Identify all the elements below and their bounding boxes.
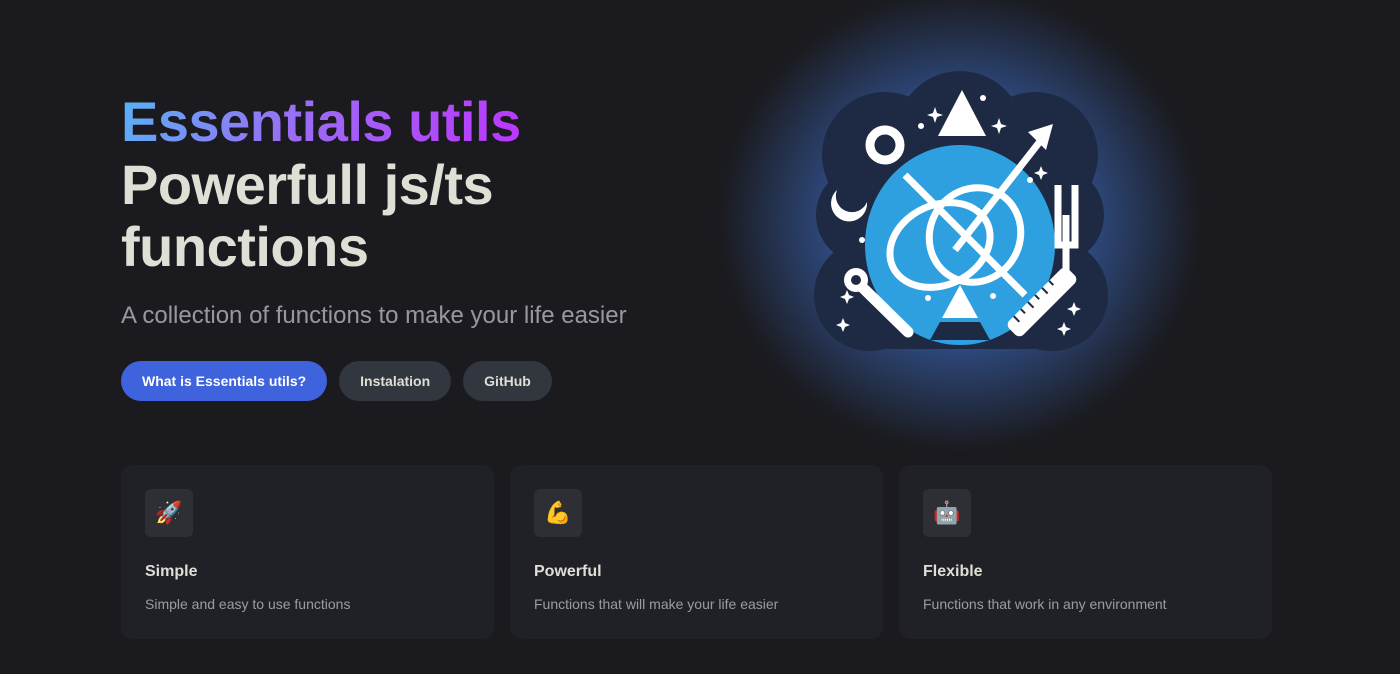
hero-image xyxy=(720,0,1200,450)
what-is-button[interactable]: What is Essentials utils? xyxy=(121,361,328,401)
utility-tools-logo-icon xyxy=(814,71,1108,351)
feature-title: Powerful xyxy=(534,563,602,580)
installation-button[interactable]: Instalation xyxy=(339,361,452,401)
feature-card-powerful: 💪 Powerful Functions that will make your… xyxy=(510,465,883,639)
hero-name: Essentials utils xyxy=(121,90,521,153)
github-button[interactable]: GitHub xyxy=(463,361,552,401)
hero-text: Essentials utils Powerfull js/ts functio… xyxy=(121,90,741,332)
feature-title: Flexible xyxy=(923,563,983,580)
feature-details: Simple and easy to use functions xyxy=(145,596,351,612)
rocket-icon: 🚀 xyxy=(145,489,193,537)
robot-icon: 🤖 xyxy=(923,489,971,537)
hero-actions: What is Essentials utils? Instalation Gi… xyxy=(121,361,552,401)
flexed-biceps-icon: 💪 xyxy=(534,489,582,537)
hero-heading: Essentials utils Powerfull js/ts functio… xyxy=(121,90,741,278)
feature-card-flexible: 🤖 Flexible Functions that work in any en… xyxy=(899,465,1272,639)
feature-card-simple: 🚀 Simple Simple and easy to use function… xyxy=(121,465,494,639)
feature-details: Functions that work in any environment xyxy=(923,596,1167,612)
hero-tagline: A collection of functions to make your l… xyxy=(121,302,627,329)
feature-details: Functions that will make your life easie… xyxy=(534,596,779,612)
hero-headline: Powerfull js/ts functions xyxy=(121,153,494,278)
feature-title: Simple xyxy=(145,563,198,580)
features: 🚀 Simple Simple and easy to use function… xyxy=(121,465,1272,639)
